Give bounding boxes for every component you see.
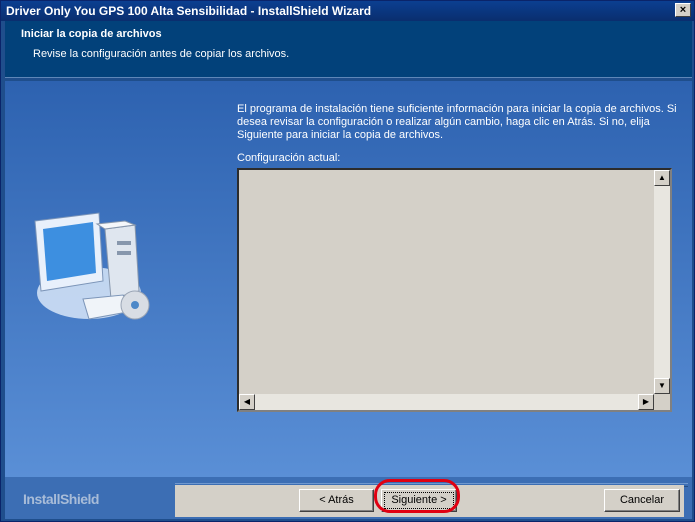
content-panel: El programa de instalación tiene suficie… bbox=[5, 81, 692, 477]
window-title: Driver Only You GPS 100 Alta Sensibilida… bbox=[6, 4, 372, 18]
wizard-header: Iniciar la copia de archivos Revise la c… bbox=[5, 21, 692, 78]
description-text: El programa de instalación tiene suficie… bbox=[237, 103, 677, 141]
computer-icon bbox=[34, 212, 150, 320]
scroll-left-icon[interactable]: ◀ bbox=[239, 394, 255, 410]
scroll-up-icon[interactable]: ▲ bbox=[654, 170, 670, 186]
cancel-button[interactable]: Cancelar bbox=[604, 489, 680, 512]
installer-window: Driver Only You GPS 100 Alta Sensibilida… bbox=[0, 0, 695, 522]
config-label: Configuración actual: bbox=[237, 152, 341, 164]
close-icon[interactable]: × bbox=[675, 3, 691, 17]
vertical-scrollbar[interactable]: ▲ ▼ bbox=[654, 170, 670, 394]
installshield-logo: InstallShield bbox=[23, 491, 99, 507]
title-bar[interactable]: Driver Only You GPS 100 Alta Sensibilida… bbox=[1, 1, 694, 21]
scroll-down-icon[interactable]: ▼ bbox=[654, 378, 670, 394]
highlight-annotation bbox=[374, 479, 460, 513]
page-subtitle: Revise la configuración antes de copiar … bbox=[33, 48, 290, 60]
page-title: Iniciar la copia de archivos bbox=[21, 28, 162, 40]
wizard-footer: InstallShield < Atrás Siguiente > Cancel… bbox=[5, 477, 692, 519]
back-button[interactable]: < Atrás bbox=[299, 489, 374, 512]
current-config-textarea[interactable]: ▲ ▼ ◀ ▶ bbox=[237, 168, 672, 412]
horizontal-scrollbar[interactable]: ◀ ▶ bbox=[239, 394, 654, 410]
scrollbar-corner bbox=[654, 394, 670, 410]
scroll-right-icon[interactable]: ▶ bbox=[638, 394, 654, 410]
